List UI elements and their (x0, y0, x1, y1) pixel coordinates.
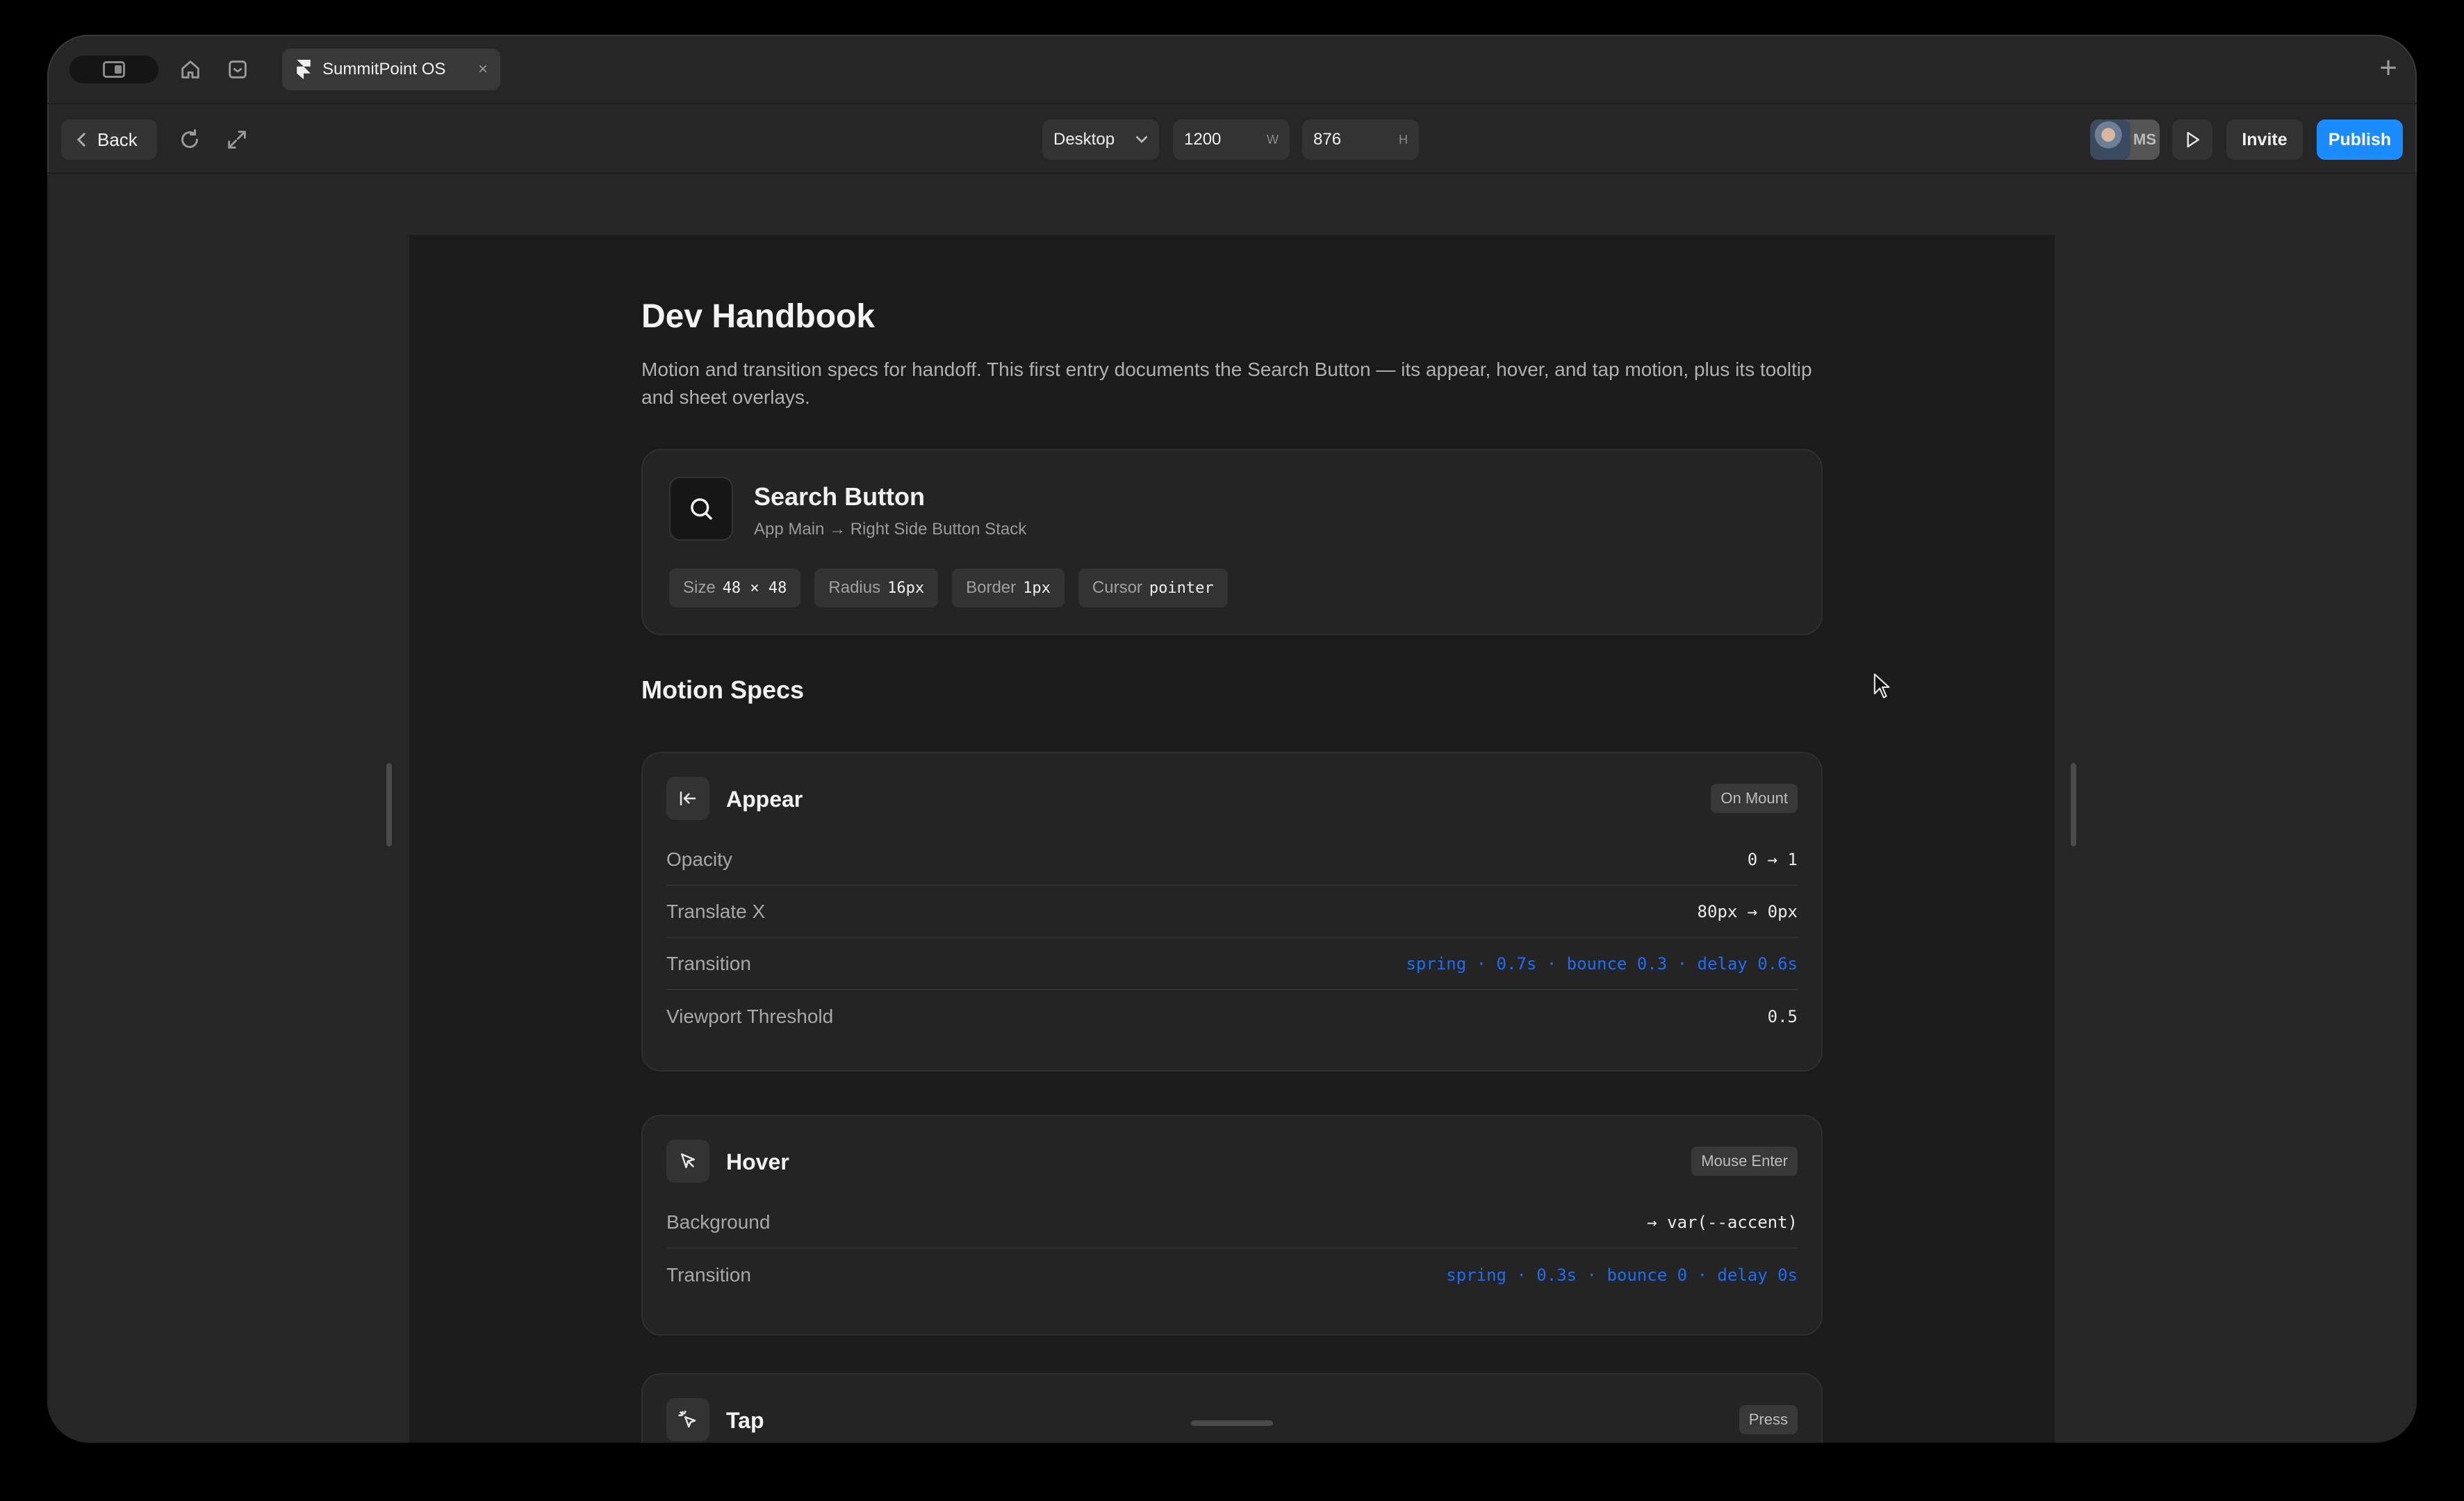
tab-title: SummitPoint OS (322, 60, 446, 79)
spec-row: Transition spring · 0.3s · bounce 0 · del… (666, 1249, 1798, 1301)
component-card: Search Button App Main → Right Side Butt… (641, 449, 1823, 635)
bottom-resize-handle[interactable] (1191, 1420, 1273, 1426)
back-button[interactable]: Back (61, 120, 157, 160)
prop-key: Border (966, 578, 1017, 597)
prop-value: pointer (1149, 579, 1214, 597)
spec-key: Opacity (666, 848, 732, 870)
home-icon[interactable] (176, 56, 204, 83)
spec-value: spring · 0.7s · bounce 0.3 · delay 0.6s (1406, 953, 1798, 974)
width-unit: W (1267, 132, 1279, 147)
inbox-icon[interactable] (224, 56, 252, 83)
new-tab-button[interactable]: + (2379, 51, 2397, 85)
preview-frame: Dev Handbook Motion and transition specs… (409, 235, 2055, 1443)
device-label: Desktop (1053, 130, 1115, 149)
trigger-badge: Mouse Enter (1691, 1147, 1798, 1176)
spec-header: Hover Mouse Enter (666, 1140, 1798, 1183)
spec-header: Tap Press (666, 1398, 1798, 1441)
cursor-arrow-icon (666, 1140, 709, 1183)
height-unit: H (1399, 132, 1408, 147)
arrow-left-to-line-icon (666, 777, 709, 820)
width-value: 1200 (1184, 130, 1222, 149)
component-props: Size 48 × 48 Radius 16px Border 1px Cursor p… (669, 568, 1228, 607)
tab-bar: SummitPoint OS × + (47, 35, 2417, 104)
refresh-icon[interactable] (174, 124, 206, 156)
spec-rows: Background → var(--accent) Transition spri… (666, 1197, 1798, 1301)
spec-card-tap: Tap Press (641, 1373, 1823, 1443)
prop-chip: Size 48 × 48 (669, 568, 801, 607)
spec-card-hover: Hover Mouse Enter Background → var(--acce… (641, 1115, 1823, 1336)
spec-row: Background → var(--accent) (666, 1197, 1798, 1249)
spec-value: → var(--accent) (1647, 1212, 1798, 1232)
left-resize-handle[interactable] (386, 763, 392, 846)
search-icon (691, 498, 712, 520)
preview-button[interactable] (2172, 120, 2212, 160)
device-select[interactable]: Desktop (1042, 120, 1159, 160)
height-field[interactable]: 876 H (1302, 120, 1419, 160)
trigger-badge: On Mount (1711, 784, 1798, 813)
tab-summitpoint[interactable]: SummitPoint OS × (282, 49, 500, 90)
sidebar-icon (103, 61, 125, 78)
spec-title: Hover (726, 1149, 789, 1174)
spec-key: Background (666, 1211, 771, 1233)
spec-key: Translate X (666, 900, 766, 922)
collaborator-avatars[interactable]: MS (2090, 120, 2160, 160)
trigger-badge: Press (1739, 1405, 1798, 1434)
spec-value: 0.5 (1767, 1006, 1798, 1026)
prop-value: 48 × 48 (722, 579, 787, 597)
width-field[interactable]: 1200 W (1173, 120, 1290, 160)
app-window: SummitPoint OS × + Back Desktop 1200 W 8… (47, 35, 2417, 1443)
spec-value: 0 → 1 (1747, 849, 1798, 869)
spec-key: Transition (666, 1263, 751, 1286)
section-title: Motion Specs (641, 675, 805, 704)
publish-button[interactable]: Publish (2317, 120, 2403, 160)
spec-key: Transition (666, 952, 751, 974)
chevron-left-icon (76, 133, 85, 147)
spec-card-appear: Appear On Mount Opacity 0 → 1 Translate X… (641, 752, 1823, 1072)
spec-title: Appear (726, 787, 803, 812)
height-value: 876 (1313, 130, 1342, 149)
sidebar-toggle[interactable] (69, 56, 158, 83)
right-resize-handle[interactable] (2071, 763, 2076, 846)
tab-close-icon[interactable]: × (478, 60, 488, 79)
component-path: App Main → Right Side Button Stack (754, 520, 1027, 539)
prop-key: Size (683, 578, 716, 597)
back-label: Back (97, 129, 138, 150)
chevron-down-icon (1135, 136, 1148, 143)
spec-title: Tap (726, 1408, 764, 1433)
prop-value: 1px (1023, 579, 1051, 597)
page-intro: Motion and transition specs for handoff.… (641, 359, 1812, 408)
mouse-cursor-icon (1873, 673, 1891, 703)
spec-row: Viewport Threshold 0.5 (666, 990, 1798, 1042)
canvas: Dev Handbook Motion and transition specs… (47, 175, 2417, 1443)
prop-chip: Radius 16px (814, 568, 939, 607)
spec-rows: Opacity 0 → 1 Translate X 80px → 0px Trans… (666, 834, 1798, 1042)
avatar-initials: MS (2133, 131, 2156, 148)
search-button-preview[interactable] (669, 477, 733, 541)
spec-header: Appear On Mount (666, 777, 1798, 820)
play-icon (2187, 131, 2199, 148)
invite-button[interactable]: Invite (2226, 120, 2303, 160)
spec-value: 80px → 0px (1697, 901, 1798, 921)
avatar (2090, 120, 2130, 160)
prop-value: 16px (887, 579, 925, 597)
page-title: Dev Handbook (641, 298, 876, 335)
spec-row: Opacity 0 → 1 (666, 834, 1798, 886)
prop-chip: Cursor pointer (1078, 568, 1228, 607)
spec-key: Viewport Threshold (666, 1005, 834, 1027)
tap-pointer-icon (666, 1398, 709, 1441)
spec-value: spring · 0.3s · bounce 0 · delay 0s (1446, 1265, 1798, 1285)
toolbar: Back Desktop 1200 W 876 H MS Invite Publ… (47, 106, 2417, 174)
component-name: Search Button (754, 482, 926, 511)
expand-icon[interactable] (221, 124, 253, 156)
spec-row: Transition spring · 0.7s · bounce 0.3 · d… (666, 938, 1798, 990)
framer-logo-icon (297, 60, 311, 79)
prop-chip: Border 1px (952, 568, 1065, 607)
prop-key: Radius (828, 578, 881, 597)
spec-row: Translate X 80px → 0px (666, 886, 1798, 938)
prop-key: Cursor (1092, 578, 1142, 597)
